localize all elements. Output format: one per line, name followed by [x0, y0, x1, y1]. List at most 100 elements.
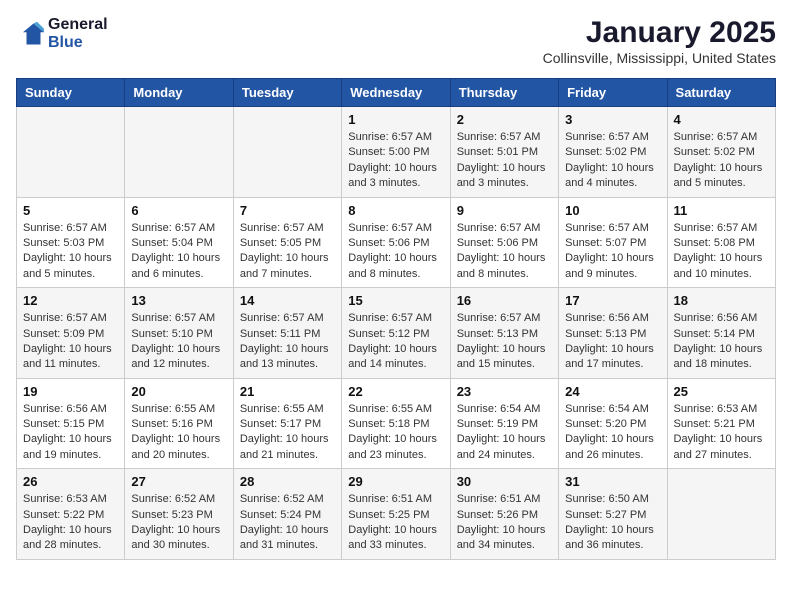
day-number: 12 [23, 293, 118, 308]
day-cell: 12 Sunrise: 6:57 AMSunset: 5:09 PMDaylig… [17, 288, 125, 379]
day-cell: 9 Sunrise: 6:57 AMSunset: 5:06 PMDayligh… [450, 197, 558, 288]
col-header-thursday: Thursday [450, 79, 558, 107]
day-number: 26 [23, 474, 118, 489]
calendar-header-row: SundayMondayTuesdayWednesdayThursdayFrid… [17, 79, 776, 107]
day-cell [17, 107, 125, 198]
day-number: 24 [565, 384, 660, 399]
col-header-wednesday: Wednesday [342, 79, 450, 107]
day-cell: 27 Sunrise: 6:52 AMSunset: 5:23 PMDaylig… [125, 469, 233, 560]
day-cell: 18 Sunrise: 6:56 AMSunset: 5:14 PMDaylig… [667, 288, 775, 379]
day-cell: 4 Sunrise: 6:57 AMSunset: 5:02 PMDayligh… [667, 107, 775, 198]
day-detail: Sunrise: 6:57 AMSunset: 5:01 PMDaylight:… [457, 130, 552, 192]
day-number: 22 [348, 384, 443, 399]
week-row-2: 5 Sunrise: 6:57 AMSunset: 5:03 PMDayligh… [17, 197, 776, 288]
day-detail: Sunrise: 6:57 AMSunset: 5:11 PMDaylight:… [240, 311, 335, 373]
day-cell: 19 Sunrise: 6:56 AMSunset: 5:15 PMDaylig… [17, 378, 125, 469]
day-cell: 23 Sunrise: 6:54 AMSunset: 5:19 PMDaylig… [450, 378, 558, 469]
day-detail: Sunrise: 6:53 AMSunset: 5:21 PMDaylight:… [674, 402, 769, 464]
day-cell: 25 Sunrise: 6:53 AMSunset: 5:21 PMDaylig… [667, 378, 775, 469]
day-detail: Sunrise: 6:54 AMSunset: 5:20 PMDaylight:… [565, 402, 660, 464]
day-detail: Sunrise: 6:57 AMSunset: 5:03 PMDaylight:… [23, 221, 118, 283]
day-cell: 16 Sunrise: 6:57 AMSunset: 5:13 PMDaylig… [450, 288, 558, 379]
day-detail: Sunrise: 6:57 AMSunset: 5:00 PMDaylight:… [348, 130, 443, 192]
day-cell: 28 Sunrise: 6:52 AMSunset: 5:24 PMDaylig… [233, 469, 341, 560]
day-detail: Sunrise: 6:57 AMSunset: 5:10 PMDaylight:… [131, 311, 226, 373]
day-number: 11 [674, 203, 769, 218]
week-row-3: 12 Sunrise: 6:57 AMSunset: 5:09 PMDaylig… [17, 288, 776, 379]
day-cell: 31 Sunrise: 6:50 AMSunset: 5:27 PMDaylig… [559, 469, 667, 560]
day-number: 19 [23, 384, 118, 399]
col-header-monday: Monday [125, 79, 233, 107]
week-row-4: 19 Sunrise: 6:56 AMSunset: 5:15 PMDaylig… [17, 378, 776, 469]
day-number: 5 [23, 203, 118, 218]
col-header-saturday: Saturday [667, 79, 775, 107]
day-cell: 7 Sunrise: 6:57 AMSunset: 5:05 PMDayligh… [233, 197, 341, 288]
day-detail: Sunrise: 6:57 AMSunset: 5:08 PMDaylight:… [674, 221, 769, 283]
day-cell: 2 Sunrise: 6:57 AMSunset: 5:01 PMDayligh… [450, 107, 558, 198]
col-header-friday: Friday [559, 79, 667, 107]
day-cell: 5 Sunrise: 6:57 AMSunset: 5:03 PMDayligh… [17, 197, 125, 288]
day-number: 9 [457, 203, 552, 218]
day-number: 7 [240, 203, 335, 218]
day-cell: 24 Sunrise: 6:54 AMSunset: 5:20 PMDaylig… [559, 378, 667, 469]
day-detail: Sunrise: 6:54 AMSunset: 5:19 PMDaylight:… [457, 402, 552, 464]
day-cell: 14 Sunrise: 6:57 AMSunset: 5:11 PMDaylig… [233, 288, 341, 379]
day-number: 31 [565, 474, 660, 489]
week-row-1: 1 Sunrise: 6:57 AMSunset: 5:00 PMDayligh… [17, 107, 776, 198]
day-number: 4 [674, 112, 769, 127]
day-detail: Sunrise: 6:51 AMSunset: 5:25 PMDaylight:… [348, 492, 443, 554]
day-number: 18 [674, 293, 769, 308]
day-cell [125, 107, 233, 198]
day-number: 17 [565, 293, 660, 308]
day-detail: Sunrise: 6:57 AMSunset: 5:06 PMDaylight:… [348, 221, 443, 283]
day-detail: Sunrise: 6:57 AMSunset: 5:04 PMDaylight:… [131, 221, 226, 283]
day-number: 30 [457, 474, 552, 489]
day-number: 23 [457, 384, 552, 399]
title-block: January 2025 Collinsville, Mississippi, … [543, 16, 776, 66]
day-number: 16 [457, 293, 552, 308]
day-detail: Sunrise: 6:56 AMSunset: 5:15 PMDaylight:… [23, 402, 118, 464]
page-subtitle: Collinsville, Mississippi, United States [543, 50, 776, 66]
col-header-sunday: Sunday [17, 79, 125, 107]
day-detail: Sunrise: 6:57 AMSunset: 5:07 PMDaylight:… [565, 221, 660, 283]
day-detail: Sunrise: 6:57 AMSunset: 5:12 PMDaylight:… [348, 311, 443, 373]
day-cell: 13 Sunrise: 6:57 AMSunset: 5:10 PMDaylig… [125, 288, 233, 379]
day-detail: Sunrise: 6:52 AMSunset: 5:24 PMDaylight:… [240, 492, 335, 554]
day-detail: Sunrise: 6:53 AMSunset: 5:22 PMDaylight:… [23, 492, 118, 554]
day-number: 13 [131, 293, 226, 308]
page-header: General Blue January 2025 Collinsville, … [16, 16, 776, 66]
logo: General Blue [16, 16, 108, 52]
day-number: 14 [240, 293, 335, 308]
day-number: 10 [565, 203, 660, 218]
day-number: 2 [457, 112, 552, 127]
day-detail: Sunrise: 6:55 AMSunset: 5:18 PMDaylight:… [348, 402, 443, 464]
day-detail: Sunrise: 6:52 AMSunset: 5:23 PMDaylight:… [131, 492, 226, 554]
day-number: 3 [565, 112, 660, 127]
day-cell: 30 Sunrise: 6:51 AMSunset: 5:26 PMDaylig… [450, 469, 558, 560]
day-number: 6 [131, 203, 226, 218]
day-number: 27 [131, 474, 226, 489]
day-number: 8 [348, 203, 443, 218]
day-detail: Sunrise: 6:55 AMSunset: 5:17 PMDaylight:… [240, 402, 335, 464]
day-detail: Sunrise: 6:51 AMSunset: 5:26 PMDaylight:… [457, 492, 552, 554]
day-cell: 6 Sunrise: 6:57 AMSunset: 5:04 PMDayligh… [125, 197, 233, 288]
day-cell: 15 Sunrise: 6:57 AMSunset: 5:12 PMDaylig… [342, 288, 450, 379]
day-detail: Sunrise: 6:57 AMSunset: 5:02 PMDaylight:… [674, 130, 769, 192]
day-detail: Sunrise: 6:57 AMSunset: 5:09 PMDaylight:… [23, 311, 118, 373]
calendar-table: SundayMondayTuesdayWednesdayThursdayFrid… [16, 78, 776, 560]
day-cell: 21 Sunrise: 6:55 AMSunset: 5:17 PMDaylig… [233, 378, 341, 469]
col-header-tuesday: Tuesday [233, 79, 341, 107]
day-detail: Sunrise: 6:56 AMSunset: 5:14 PMDaylight:… [674, 311, 769, 373]
week-row-5: 26 Sunrise: 6:53 AMSunset: 5:22 PMDaylig… [17, 469, 776, 560]
day-cell: 3 Sunrise: 6:57 AMSunset: 5:02 PMDayligh… [559, 107, 667, 198]
day-cell: 10 Sunrise: 6:57 AMSunset: 5:07 PMDaylig… [559, 197, 667, 288]
day-cell: 8 Sunrise: 6:57 AMSunset: 5:06 PMDayligh… [342, 197, 450, 288]
day-cell [233, 107, 341, 198]
day-cell: 20 Sunrise: 6:55 AMSunset: 5:16 PMDaylig… [125, 378, 233, 469]
day-cell: 22 Sunrise: 6:55 AMSunset: 5:18 PMDaylig… [342, 378, 450, 469]
day-cell: 1 Sunrise: 6:57 AMSunset: 5:00 PMDayligh… [342, 107, 450, 198]
page-title: January 2025 [543, 16, 776, 50]
day-detail: Sunrise: 6:57 AMSunset: 5:05 PMDaylight:… [240, 221, 335, 283]
day-cell: 26 Sunrise: 6:53 AMSunset: 5:22 PMDaylig… [17, 469, 125, 560]
day-number: 21 [240, 384, 335, 399]
